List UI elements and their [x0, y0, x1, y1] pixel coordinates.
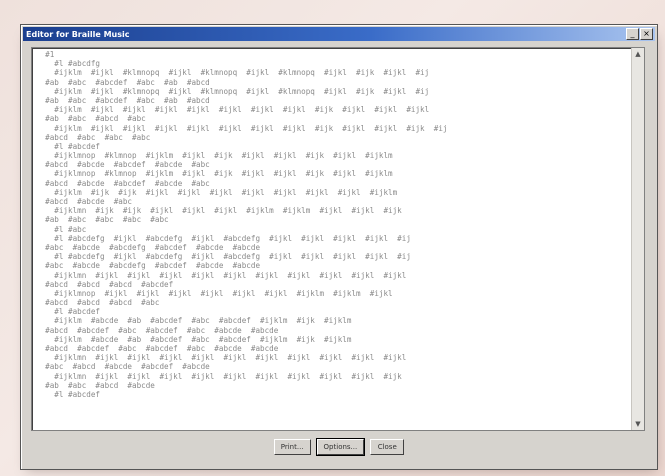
editor-line: #abc #abcde #abcdefg #abcdef #abcde #abc… — [36, 261, 261, 271]
editor-line: #abcd #abcd #abcd #abcdef — [36, 279, 174, 289]
editor-line: #ijklmnop #klmnop #ijklm #ijkl #ijk #ijk… — [36, 151, 393, 161]
editor-line: #l #abcdfg — [36, 59, 101, 69]
editor-line: #ab #abc #abcd #abc — [36, 114, 146, 124]
braille-editor-window: Editor for Braille Music _ × #1 #l #abcd… — [20, 24, 658, 470]
editor-line: #ijklm #ijkl #ijkl #ijkl #ijkl #ijkl #ij… — [36, 105, 430, 115]
braille-text-editor[interactable]: #1 #l #abcdfg #ijklm #ijkl #klmnopq #ijk… — [31, 47, 645, 431]
editor-line: #abcd #abcde #abcdef #abcde #abc — [36, 178, 210, 188]
title-buttons: _ × — [626, 28, 655, 40]
close-window-button[interactable]: × — [640, 28, 653, 40]
scroll-down-icon[interactable]: ▼ — [633, 419, 643, 429]
editor-line: #ijklmnop #ijkl #ijkl #ijkl #ijkl #ijkl … — [36, 288, 393, 298]
editor-line: #ijklm #abcde #ab #abcdef #abc #abcdef #… — [36, 334, 352, 344]
editor-line: #ijklmn #ijkl #ijkl #ijkl #ijkl #ijkl #i… — [36, 371, 402, 381]
editor-line: #abcd #abcdef #abc #abcdef #abc #abcde #… — [36, 344, 279, 353]
editor-line: #abcd #abc #abc #abc — [36, 132, 151, 142]
editor-line: #l #abcdef — [36, 389, 101, 399]
editor-line: #l #abcdefg #ijkl #abcdefg #ijkl #abcdef… — [36, 233, 411, 243]
editor-line: #abcd #abcde #abcdef #abcde #abc — [36, 160, 210, 170]
editor-line: #ijklmn #ijkl #ijkl #ijkl #ijkl #ijkl #i… — [36, 270, 407, 280]
editor-line: #ab #abc #abc #abc #abc — [36, 215, 169, 225]
editor-line: #ab #abc #abcdef #abc #ab #abcd — [36, 95, 210, 105]
scroll-up-icon[interactable]: ▲ — [633, 49, 643, 59]
editor-line: #ijklmnop #klmnop #ijklm #ijkl #ijk #ijk… — [36, 169, 393, 179]
editor-line: #ijklm #abcde #ab #abcdef #abc #abcdef #… — [36, 316, 352, 326]
vertical-scrollbar[interactable]: ▲ ▼ — [631, 48, 644, 430]
editor-line: #ab #abc #abcdef #abc #ab #abcd — [36, 77, 210, 87]
editor-line: #ijklm #ijkl #klmnopq #ijkl #klmnopq #ij… — [36, 68, 430, 78]
editor-line: #ijklm #ijk #ijk #ijkl #ijkl #ijkl #ijkl… — [36, 187, 398, 197]
window-title: Editor for Braille Music — [26, 29, 130, 39]
editor-line: #abcd #abcd #abcd #abc — [36, 298, 160, 308]
editor-line: #1 — [36, 50, 55, 59]
dialog-buttons: Print... Options... Close — [21, 438, 657, 456]
minimize-button[interactable]: _ — [626, 28, 639, 40]
editor-line: #ijklmn #ijkl #ijkl #ijkl #ijkl #ijkl #i… — [36, 353, 407, 363]
editor-text-area[interactable]: #1 #l #abcdfg #ijklm #ijkl #klmnopq #ijk… — [36, 50, 630, 428]
editor-line: #ijklm #ijkl #klmnopq #ijkl #klmnopq #ij… — [36, 86, 430, 96]
editor-line: #ab #abc #abcd #abcde — [36, 380, 155, 390]
options-button[interactable]: Options... — [315, 438, 366, 456]
editor-line: #abc #abcd #abcde #abcdef #abcde — [36, 362, 210, 372]
editor-line: #l #abcdefg #ijkl #abcdefg #ijkl #abcdef… — [36, 252, 411, 262]
close-button[interactable]: Close — [370, 439, 405, 455]
print-button[interactable]: Print... — [273, 439, 311, 455]
editor-line: #l #abc — [36, 224, 87, 234]
editor-line: #ijklmn #ijk #ijk #ijkl #ijkl #ijkl #ijk… — [36, 206, 402, 216]
editor-line: #l #abcdef — [36, 141, 101, 151]
editor-line: #l #abcdef — [36, 307, 101, 317]
editor-line: #ijklm #ijkl #ijkl #ijkl #ijkl #ijkl #ij… — [36, 123, 448, 133]
editor-line: #abcd #abcdef #abc #abcdef #abc #abcde #… — [36, 325, 279, 335]
editor-line: #abc #abcde #abcdefg #abcdef #abcde #abc… — [36, 242, 261, 252]
title-bar[interactable]: Editor for Braille Music _ × — [23, 27, 655, 41]
editor-line: #abcd #abcde #abc — [36, 197, 133, 206]
